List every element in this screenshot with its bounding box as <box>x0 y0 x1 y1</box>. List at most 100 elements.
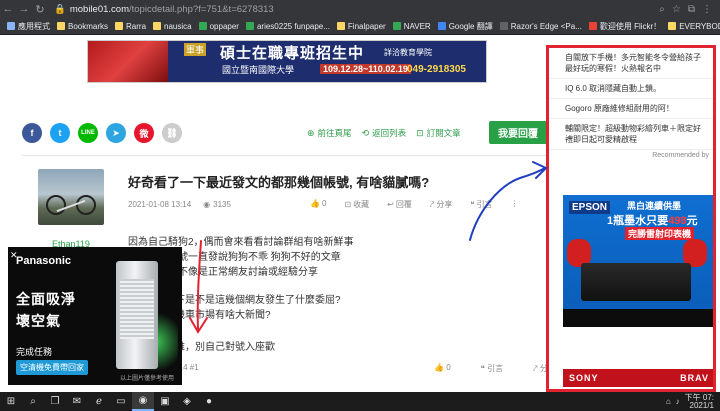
more-icon[interactable]: ⋮ <box>511 199 519 210</box>
chrome-icon[interactable]: ◉ <box>132 392 154 411</box>
mail-icon[interactable]: ✉ <box>66 392 88 411</box>
windows-start-icon[interactable]: ⊞ <box>0 392 22 411</box>
menu-icon[interactable]: ⋮ <box>702 4 712 15</box>
task-view-icon[interactable]: ❐ <box>44 392 66 411</box>
forward-icon[interactable]: → <box>16 3 32 15</box>
twitter-icon[interactable]: t <box>50 123 70 143</box>
subscribe-link[interactable]: ⊡ 訂閱文章 <box>416 127 461 139</box>
post-date: 2021-01-08 13:14 <box>128 200 192 209</box>
bookmark-item[interactable]: aries0225 funpape... <box>245 22 330 31</box>
recommended-item[interactable]: 輔關限定！超級動物彩繪列車＋限定好禮即日起可愛精啟程 <box>549 119 713 150</box>
epson-sub: 完勝雷射印表機 <box>625 227 695 240</box>
ad-tag: 軍事 <box>184 43 207 56</box>
air-purifier-image <box>116 261 158 369</box>
network-icon[interactable]: ⌂ <box>666 397 671 406</box>
clock[interactable]: 下午 07: 2021/1 <box>685 393 714 410</box>
bookmark-item[interactable]: Bookmarks <box>57 22 108 31</box>
avatar[interactable] <box>38 169 104 225</box>
facebook-icon[interactable]: f <box>22 123 42 143</box>
back-to-list-link[interactable]: ⟲ 返回列表 <box>362 127 407 139</box>
like-button[interactable]: 👍 0 <box>310 199 326 210</box>
bookmark-item[interactable]: 應用程式 <box>7 21 50 32</box>
recommended-item[interactable]: Gogoro 原廠維修組耐用的阿！ <box>549 99 713 119</box>
address-bar: ← → ↻ 🔒 mobile01.com/topicdetail.php?f=75… <box>0 0 720 18</box>
epson-ad[interactable]: EPSON 黑白連續供墨 1瓶墨水只要498元 完勝雷射印表機 <box>563 195 713 327</box>
bookmark-item[interactable]: Finalpaper <box>336 22 386 31</box>
recommended-item[interactable]: IQ 6.0 取消隱藏自動上鎖。 <box>549 79 713 99</box>
bookmark-icon <box>668 22 677 30</box>
system-tray: ⌂ ♪ 下午 07: 2021/1 <box>666 393 720 410</box>
bookmark-item[interactable]: Google 翻譯 <box>437 21 493 32</box>
ad-brand: Panasonic <box>16 255 72 267</box>
telegram-icon[interactable]: ➤ <box>106 123 126 143</box>
recommended-item[interactable]: 自關放下手機！多元智能冬令營給孩子最好玩的寒假！火熱報名中 <box>549 48 713 79</box>
left-floating-ad[interactable]: ✕ Panasonic 全面吸淨 壞空氣 完成任務 空清機免費帶回家 以上圖片僅… <box>8 247 182 385</box>
ad-line2: 壞空氣 <box>16 313 61 329</box>
bookmark-item[interactable]: 歡迎使用 Flickr！ <box>588 21 661 32</box>
reply-button[interactable]: 我要回覆 <box>489 121 547 144</box>
bookmark-item[interactable]: nausica <box>153 22 192 31</box>
extension-icon[interactable]: ⧉ <box>688 4 695 15</box>
footer-like[interactable]: 👍 0 <box>434 363 451 374</box>
post-body-2: 下是不是這幾個網友發生了什麼委屈? 機車市場有啥大新聞? <box>175 293 341 323</box>
reply-link[interactable]: ↩ 回覆 <box>387 199 412 210</box>
search-icon[interactable]: ⌕ <box>22 392 44 411</box>
post-body-3: 誰，別自己對號入座歡 <box>175 342 275 353</box>
sony-ad[interactable]: SONY BRAV <box>563 369 713 387</box>
app-icon-2[interactable]: ◈ <box>176 392 198 411</box>
url-field[interactable]: 🔒 mobile01.com/topicdetail.php?f=751&t=62… <box>54 4 659 15</box>
quote-icon: ❝ <box>470 200 475 209</box>
edge-icon[interactable]: ℯ <box>88 392 110 411</box>
search-icon[interactable]: ⌕ <box>659 4 665 15</box>
share-link[interactable]: ⤤ 分享 <box>430 199 453 210</box>
line-icon[interactable]: LINE <box>78 123 98 143</box>
bookmark-icon <box>392 22 401 30</box>
bookmark-item[interactable]: Razor's Edge <Pa... <box>499 22 582 31</box>
post-tools: 👍 0 ⊡ 收藏 ↩ 回覆 ⤤ 分享 ❝ 引言 ⋮ <box>310 199 519 210</box>
recommended-by[interactable]: Recommended by <box>549 150 713 161</box>
ad-cta[interactable]: 空清機免費帶回家 <box>16 360 88 375</box>
bookmark-item[interactable]: oppaper <box>198 22 239 31</box>
ad-dates: 109.12.28~110.02.19 <box>320 64 411 74</box>
page: 軍事 碩士在職專班招生中 國立暨南國際大學 109.12.28~110.02.1… <box>0 35 720 392</box>
bookmark-icon <box>57 22 65 30</box>
bookmark-item[interactable]: EVERYBODY'S PA... <box>668 22 720 31</box>
bookmark-icon <box>245 22 254 30</box>
return-icon: ⟲ <box>361 127 370 138</box>
post-title: 好奇看了一下最近發文的都那幾個帳號, 有啥貓膩嗎? <box>128 175 430 190</box>
bookmark-icon <box>336 22 345 30</box>
collect-button[interactable]: ⊡ 收藏 <box>344 199 369 210</box>
epson-price: 1瓶墨水只要498元 <box>607 215 698 227</box>
bookmark-item[interactable]: Rarra <box>115 22 146 31</box>
bookmark-item[interactable]: NAVER <box>392 22 431 31</box>
body-line: 下是不是這幾個網友發生了什麼委屈? <box>175 295 341 306</box>
app-icon[interactable]: ▣ <box>154 392 176 411</box>
bookmark-icon <box>499 22 508 30</box>
app-icon-3[interactable]: ● <box>198 392 220 411</box>
arrow-down-icon: ⊕ <box>307 127 315 138</box>
like-icon: 👍 <box>310 199 320 208</box>
star-icon[interactable]: ☆ <box>672 4 681 15</box>
folder-icon[interactable]: ▭ <box>110 392 132 411</box>
bookmark-icon <box>437 22 446 30</box>
bookmark-icon <box>153 22 162 30</box>
top-banner-ad[interactable]: 軍事 碩士在職專班招生中 國立暨南國際大學 109.12.28~110.02.1… <box>87 40 487 83</box>
ad-headline: 碩士在職專班招生中 <box>220 45 365 62</box>
weibo-icon[interactable]: 微 <box>134 123 154 143</box>
ad-phone: 049-2918305 <box>407 64 466 75</box>
bookmark-icon <box>7 22 15 30</box>
copy-link-icon[interactable]: ⛓ <box>162 123 182 143</box>
printer-image <box>581 263 691 301</box>
quote-link[interactable]: ❝ 引言 <box>470 199 492 210</box>
footer-quote[interactable]: ❝ 引言 <box>481 363 504 374</box>
bookmark-icon <box>115 22 124 30</box>
epson-logo: EPSON <box>569 201 611 214</box>
back-icon[interactable]: ← <box>0 3 16 15</box>
taskbar: ⊞ ⌕ ❐ ✉ ℯ ▭ ◉ ▣ ◈ ● ⌂ ♪ 下午 07: 2021/1 <box>0 392 720 411</box>
share-row: f t LINE ➤ 微 ⛓ <box>22 123 182 143</box>
go-bottom-link[interactable]: ⊕ 前往頁尾 <box>307 127 352 139</box>
bookmark-icon <box>198 22 207 30</box>
body-line: 機車市場有啥大新聞? <box>175 310 271 321</box>
volume-icon[interactable]: ♪ <box>676 397 680 406</box>
reload-icon[interactable]: ↻ <box>32 3 48 16</box>
